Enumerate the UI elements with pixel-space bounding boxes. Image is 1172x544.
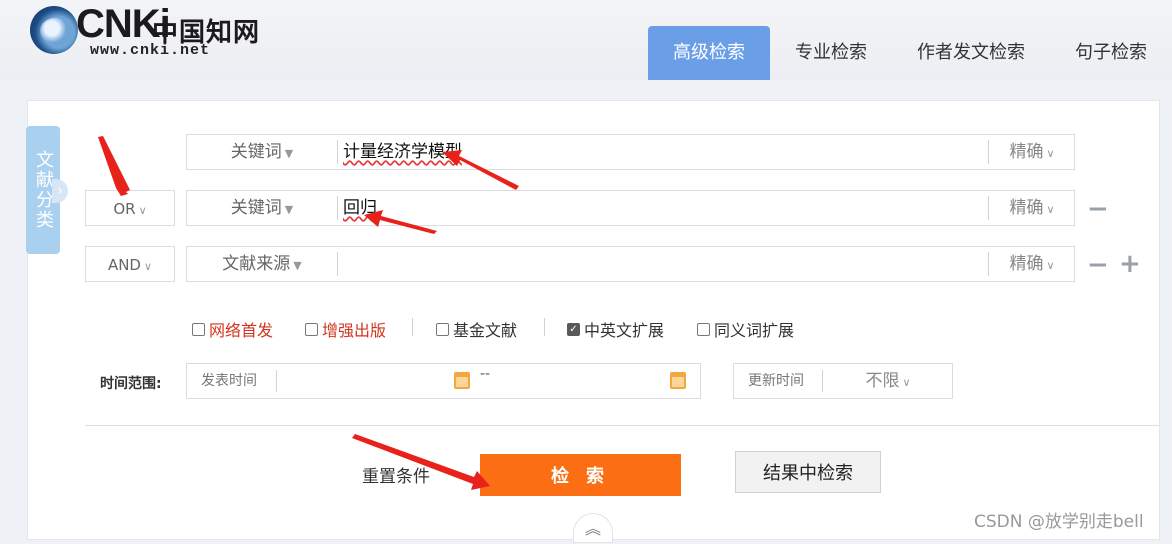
logic-label: OR [113, 200, 136, 218]
remove-row-icon[interactable]: − [1087, 196, 1109, 222]
chevron-down-icon: ∨ [143, 260, 153, 273]
checkbox[interactable] [697, 322, 710, 336]
logic-select-2[interactable]: OR ∨ [85, 190, 175, 226]
time-range-label: 时间范围: [100, 376, 162, 392]
match-label: 精确 [1009, 254, 1044, 274]
remove-row-icon[interactable]: − [1087, 252, 1109, 278]
option-fund-literature[interactable]: 基金文献 [436, 317, 517, 341]
search-row-3: 文献来源 ▼ 精确 ∨ [186, 246, 1075, 282]
update-time-dropdown[interactable]: 不限 ∨ [824, 364, 952, 400]
tab-author-search[interactable]: 作者发文检索 [892, 26, 1050, 80]
option-label: 网络首发 [209, 321, 274, 340]
calendar-icon[interactable] [454, 372, 470, 389]
chevron-down-icon: ∨ [1046, 147, 1055, 160]
search-row-1: 关键词▼ 精确∨ [186, 134, 1075, 170]
caret-down-icon: ▼ [284, 147, 294, 160]
logic-select-3[interactable]: AND ∨ [85, 246, 175, 282]
field-select-label: 关键词 [230, 198, 282, 218]
field-select-3[interactable]: 文献来源 ▼ [187, 247, 337, 281]
range-dash: -- [480, 366, 491, 382]
divider [85, 425, 1159, 426]
tab-professional-search[interactable]: 专业检索 [770, 26, 892, 80]
field-select-label: 关键词 [230, 142, 282, 162]
option-label: 基金文献 [453, 321, 518, 340]
field-select-2[interactable]: 关键词 ▼ [187, 191, 337, 225]
field-select-label: 文献来源 [222, 254, 291, 274]
option-cn-en-expansion[interactable]: ✓ 中英文扩展 [567, 317, 664, 341]
divider [544, 318, 545, 336]
search-row-2: 关键词▼ 精确∨ [186, 190, 1075, 226]
keyword-input-3[interactable] [343, 247, 983, 281]
divider [337, 140, 338, 164]
globe-icon [30, 6, 78, 54]
keyword-input-1[interactable] [343, 135, 983, 169]
checkbox[interactable] [192, 322, 205, 336]
add-row-icon[interactable]: + [1119, 251, 1141, 277]
divider [412, 318, 413, 336]
divider [276, 370, 277, 392]
match-select-2[interactable]: 精确 ∨ [989, 191, 1075, 225]
chevron-down-icon: ∨ [138, 204, 147, 217]
tab-sentence-search[interactable]: 句子检索 [1050, 26, 1172, 80]
publish-time-label: 发表时间 [201, 373, 257, 389]
update-time-label: 更新时间 [748, 373, 804, 389]
search-button[interactable]: 检 索 [480, 454, 681, 496]
update-time-value: 不限 [865, 371, 900, 391]
caret-down-icon: ▼ [284, 203, 294, 216]
search-within-results-button[interactable]: 结果中检索 [735, 451, 881, 493]
option-synonym-expansion[interactable]: 同义词扩展 [697, 317, 794, 341]
option-enhanced-publishing[interactable]: 增强出版 [305, 317, 386, 341]
chevron-down-icon: ∨ [902, 376, 911, 389]
field-select-1[interactable]: 关键词 ▼ [187, 135, 337, 169]
keyword-input-2[interactable] [343, 191, 983, 225]
divider [337, 252, 338, 276]
divider [822, 370, 823, 392]
publish-date-range: 发表时间 -- [186, 363, 701, 399]
option-label: 增强出版 [322, 321, 387, 340]
match-select-3[interactable]: 精确 ∨ [989, 247, 1075, 281]
option-label: 同义词扩展 [714, 321, 795, 340]
divider [337, 196, 338, 220]
match-label: 精确 [1009, 198, 1044, 218]
checkbox[interactable] [436, 322, 449, 336]
chevron-down-icon: ∨ [1046, 259, 1055, 272]
update-time-select: 更新时间 不限 ∨ [733, 363, 953, 399]
option-label: 中英文扩展 [584, 321, 665, 340]
checkbox[interactable] [305, 322, 318, 336]
option-online-first[interactable]: 网络首发 [192, 317, 273, 341]
calendar-icon[interactable] [670, 372, 686, 389]
checkbox-checked[interactable]: ✓ [567, 322, 580, 336]
match-label: 精确 [1009, 142, 1044, 162]
tab-advanced-search[interactable]: 高级检索 [648, 26, 770, 80]
logic-label: AND [107, 256, 141, 274]
match-select-1[interactable]: 精确 ∨ [989, 135, 1075, 169]
caret-down-icon: ▼ [293, 259, 302, 272]
logo-url: www.cnki.net [90, 42, 211, 59]
search-tabs: 高级检索 专业检索 作者发文检索 句子检索 [648, 26, 1172, 80]
watermark: CSDN @放学别走bell [974, 512, 1144, 532]
chevron-down-icon: ∨ [1046, 203, 1055, 216]
cnki-logo[interactable]: CNKi 中国知网 www.cnki.net [30, 2, 270, 64]
reset-conditions-link[interactable]: 重置条件 [362, 462, 430, 487]
